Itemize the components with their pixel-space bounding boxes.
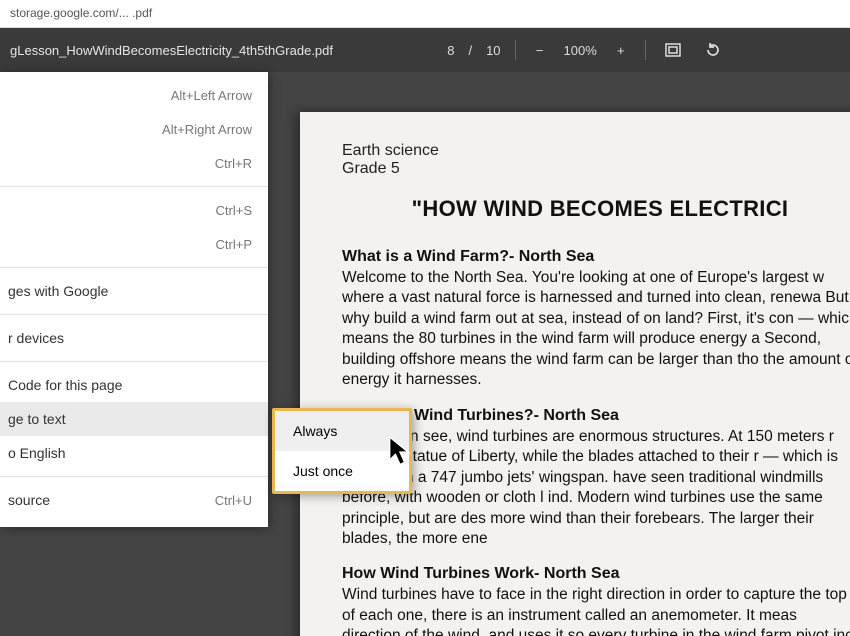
context-menu-label: r devices (8, 330, 64, 346)
toolbar-separator (645, 40, 646, 60)
context-menu-shortcut: Alt+Right Arrow (162, 122, 252, 137)
context-menu-item[interactable]: r devices (0, 321, 268, 355)
rotate-icon[interactable] (700, 39, 726, 61)
doc-heading: What is a Wind Farm?- North Sea (342, 248, 850, 266)
doc-subject: Earth science (342, 142, 850, 160)
context-menu-item[interactable]: Code for this page (0, 368, 268, 402)
context-menu-item[interactable]: Ctrl+S (0, 193, 268, 227)
context-menu-item[interactable]: Ctrl+P (0, 227, 268, 261)
context-menu-label: ges with Google (8, 283, 108, 299)
doc-heading: What are Wind Turbines?- North Sea (342, 407, 850, 425)
pdf-page: Earth science Grade 5 "HOW WIND BECOMES … (300, 112, 850, 636)
submenu-label: Always (293, 423, 337, 439)
context-menu-item[interactable]: Alt+Left Arrow (0, 78, 268, 112)
context-menu-item[interactable]: ges with Google (0, 274, 268, 308)
pdf-toolbar-center: 8 / 10 − 100% + (333, 39, 840, 61)
doc-heading: How Wind Turbines Work- North Sea (342, 565, 850, 583)
context-menu-shortcut: Ctrl+U (215, 493, 252, 508)
context-menu-item[interactable]: Alt+Right Arrow (0, 112, 268, 146)
context-menu-item[interactable]: source Ctrl+U (0, 483, 268, 517)
context-submenu[interactable]: Always Just once (272, 408, 412, 494)
context-menu-label: Code for this page (8, 377, 122, 393)
context-menu-separator (0, 186, 268, 187)
context-menu-separator (0, 267, 268, 268)
context-menu-shortcut: Ctrl+R (215, 156, 252, 171)
url-text: storage.google.com/... .pdf (10, 6, 152, 20)
context-menu-item[interactable]: o English (0, 436, 268, 470)
doc-paragraph: Wind turbines have to face in the right … (342, 585, 850, 636)
toolbar-separator (515, 40, 516, 60)
zoom-out-button[interactable]: − (530, 41, 550, 60)
context-menu-shortcut: Ctrl+S (216, 203, 252, 218)
fit-to-page-icon[interactable] (660, 39, 686, 61)
context-menu-separator (0, 314, 268, 315)
page-sep: / (468, 43, 472, 58)
context-menu-shortcut: Alt+Left Arrow (171, 88, 252, 103)
zoom-in-button[interactable]: + (611, 41, 631, 60)
doc-grade: Grade 5 (342, 160, 850, 178)
context-menu-item[interactable]: ge to text (0, 402, 268, 436)
submenu-label: Just once (293, 463, 353, 479)
zoom-level[interactable]: 100% (564, 43, 597, 58)
context-menu-item[interactable]: Ctrl+R (0, 146, 268, 180)
doc-paragraph: Welcome to the North Sea. You're looking… (342, 268, 850, 391)
context-menu-separator (0, 476, 268, 477)
page-current[interactable]: 8 (447, 43, 454, 58)
submenu-item-always[interactable]: Always (275, 411, 409, 451)
context-menu-separator (0, 361, 268, 362)
doc-title: "HOW WIND BECOMES ELECTRICI (342, 196, 850, 222)
context-menu-label: ge to text (8, 411, 66, 427)
page-total: 10 (486, 43, 500, 58)
context-menu[interactable]: Alt+Left Arrow Alt+Right Arrow Ctrl+R Ctrl+… (0, 72, 268, 527)
pdf-toolbar: gLesson_HowWindBecomesElectricity_4th5th… (0, 28, 850, 72)
pdf-filename: gLesson_HowWindBecomesElectricity_4th5th… (10, 43, 333, 58)
browser-address-bar[interactable]: storage.google.com/... .pdf (0, 0, 850, 28)
doc-paragraph: As you can see, wind turbines are enormo… (342, 427, 850, 550)
context-menu-label: o English (8, 445, 66, 461)
context-menu-label: source (8, 492, 50, 508)
submenu-item-just-once[interactable]: Just once (275, 451, 409, 491)
context-menu-shortcut: Ctrl+P (216, 237, 252, 252)
